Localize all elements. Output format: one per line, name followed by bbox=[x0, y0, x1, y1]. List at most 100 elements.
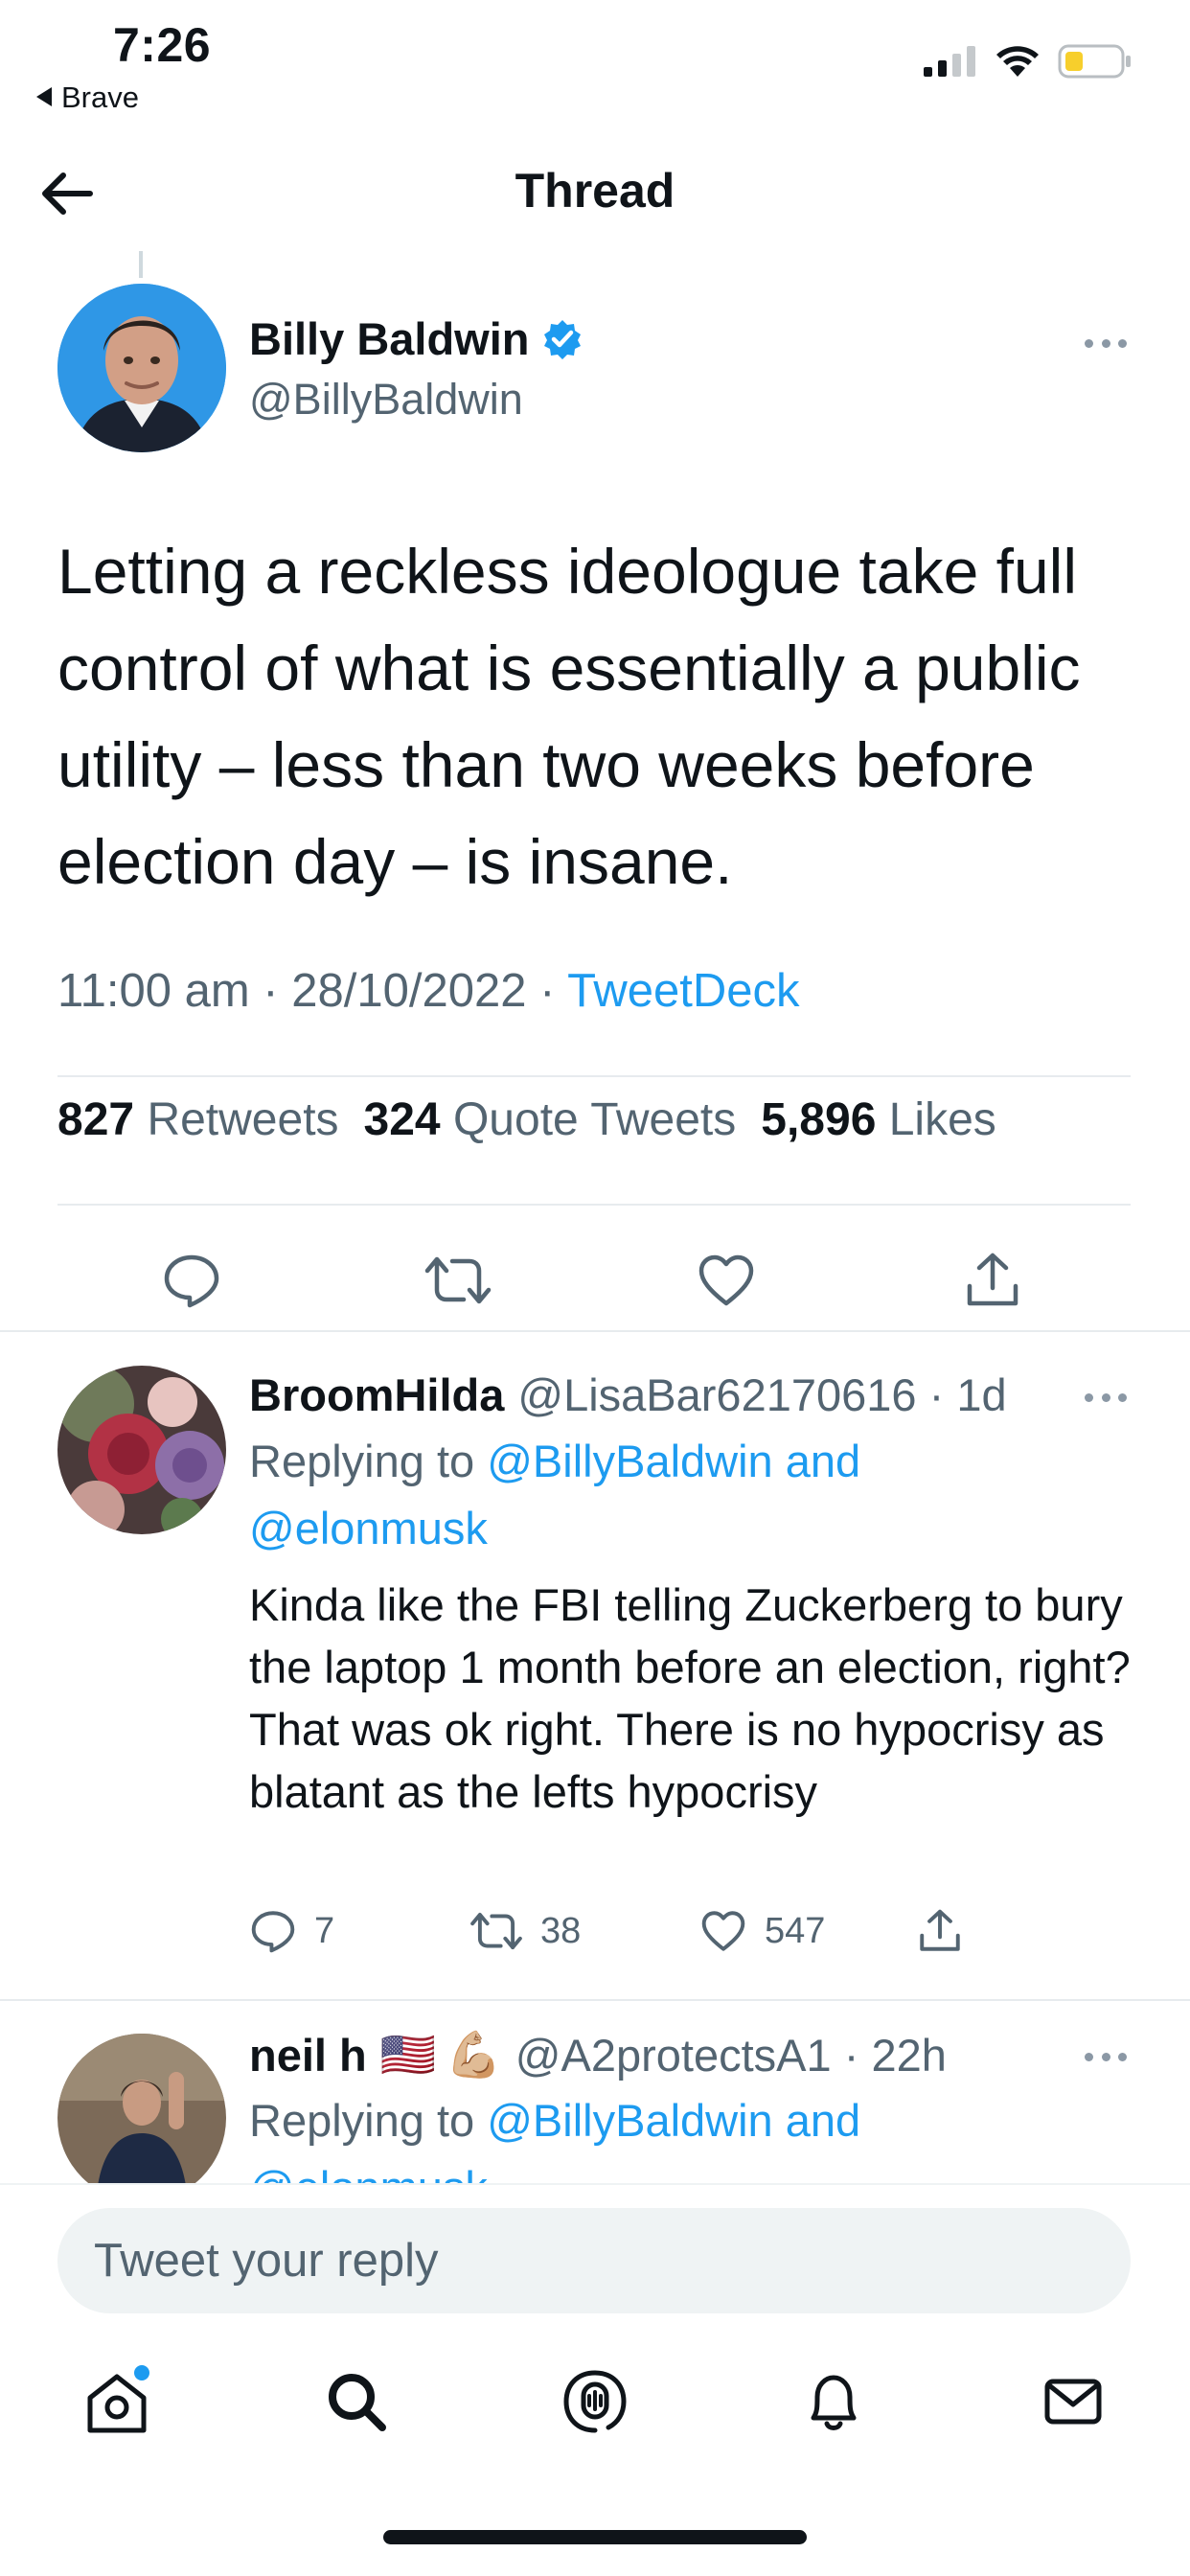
nav-bar: Thread bbox=[0, 134, 1190, 249]
share-button[interactable] bbox=[916, 1907, 964, 1955]
back-to-app-link[interactable]: Brave bbox=[36, 80, 139, 115]
author-handle[interactable]: @BillyBaldwin bbox=[249, 375, 523, 425]
tab-search[interactable] bbox=[318, 2363, 395, 2440]
compose-bar bbox=[0, 2183, 1190, 2336]
more-icon bbox=[1085, 1392, 1093, 1402]
home-icon bbox=[87, 2365, 149, 2433]
page-title: Thread bbox=[515, 164, 675, 218]
back-triangle-icon bbox=[36, 86, 52, 106]
mention-link[interactable]: @elonmusk bbox=[249, 1503, 488, 1553]
avatar-image bbox=[57, 2034, 226, 2183]
like-count: 547 bbox=[765, 1910, 826, 1951]
retweet-button[interactable] bbox=[420, 1242, 496, 1319]
tab-messages[interactable] bbox=[1035, 2363, 1111, 2440]
reply-author-name[interactable]: neil h bbox=[249, 2029, 367, 2082]
divider bbox=[57, 1075, 1131, 1077]
battery-icon bbox=[1058, 44, 1131, 79]
messages-icon bbox=[1044, 2379, 1102, 2425]
reply-time: 22h bbox=[871, 2029, 947, 2081]
thread-connector-line bbox=[139, 251, 143, 278]
emoji: 💪🏼 bbox=[446, 2029, 502, 2080]
reply-time: 1d bbox=[956, 1369, 1007, 1420]
tab-home[interactable] bbox=[79, 2363, 155, 2440]
replying-label: Replying to bbox=[249, 2095, 475, 2146]
reply-tweet[interactable]: neil h 🇺🇸 💪🏼 @A2protectsA1 · 22h Replyin… bbox=[0, 2022, 1190, 2183]
more-icon bbox=[1085, 2052, 1093, 2061]
avatar-image bbox=[57, 284, 226, 452]
reply-input[interactable] bbox=[57, 2208, 1131, 2313]
likes-count: 5,896 bbox=[761, 1094, 877, 1145]
replying-label: Replying to bbox=[249, 1436, 475, 1486]
share-icon bbox=[967, 1253, 1018, 1306]
divider bbox=[57, 1204, 1131, 1206]
tweet-text: Letting a reckless ideologue take full c… bbox=[57, 536, 1081, 897]
reply-icon bbox=[251, 1911, 295, 1953]
tab-spaces[interactable] bbox=[557, 2363, 633, 2440]
mention-link[interactable]: @BillyBaldwin and bbox=[487, 1436, 860, 1486]
retweets-count: 827 bbox=[57, 1094, 135, 1145]
reply-header: BroomHilda @LisaBar62170616 · 1d bbox=[249, 1368, 1007, 1421]
home-indicator[interactable] bbox=[383, 2530, 807, 2544]
reply-author-handle[interactable]: @A2protectsA1 bbox=[515, 2029, 832, 2082]
like-icon bbox=[698, 1254, 754, 1306]
author-name: Billy Baldwin bbox=[249, 313, 530, 364]
reply-count: 7 bbox=[314, 1910, 335, 1951]
avatar-image bbox=[57, 1366, 226, 1534]
reply-actions: 7 38 547 bbox=[249, 1907, 964, 1955]
cellular-signal-icon bbox=[924, 46, 975, 77]
retweet-icon bbox=[470, 1912, 522, 1950]
status-time: 7:26 bbox=[113, 18, 212, 72]
more-options-button[interactable] bbox=[1085, 2049, 1127, 2064]
likes-stat[interactable]: 5,896 Likes bbox=[761, 1094, 996, 1145]
verified-badge-icon bbox=[543, 319, 581, 359]
divider bbox=[0, 1330, 1190, 1332]
divider bbox=[0, 1999, 1190, 2001]
share-button[interactable] bbox=[954, 1242, 1031, 1319]
tweet-date: 28/10/2022 bbox=[291, 965, 527, 1017]
mention-link[interactable]: @elonmusk bbox=[249, 2162, 488, 2183]
reply-icon bbox=[164, 1254, 219, 1308]
avatar[interactable] bbox=[57, 2034, 226, 2183]
reply-author-handle[interactable]: @LisaBar62170616 bbox=[517, 1368, 916, 1421]
quotes-stat[interactable]: 324 Quote Tweets bbox=[364, 1094, 737, 1145]
retweet-button[interactable]: 38 bbox=[469, 1907, 699, 1955]
search-icon bbox=[329, 2374, 386, 2431]
more-options-button[interactable] bbox=[1085, 335, 1127, 351]
tweet-time: 11:00 am bbox=[57, 965, 250, 1017]
retweet-icon bbox=[424, 1256, 492, 1304]
like-button[interactable] bbox=[688, 1242, 765, 1319]
retweet-count: 38 bbox=[540, 1910, 582, 1951]
back-app-label: Brave bbox=[61, 80, 139, 114]
tweet-actions bbox=[0, 1242, 1190, 1357]
avatar[interactable] bbox=[57, 1366, 226, 1534]
reply-header: neil h 🇺🇸 💪🏼 @A2protectsA1 · 22h bbox=[249, 2029, 947, 2082]
more-options-button[interactable] bbox=[1085, 1390, 1127, 1405]
retweets-stat[interactable]: 827 Retweets bbox=[57, 1094, 339, 1145]
author-name-row[interactable]: Billy Baldwin bbox=[249, 312, 584, 365]
notifications-icon bbox=[811, 2375, 857, 2430]
like-icon bbox=[701, 1911, 745, 1951]
avatar[interactable] bbox=[57, 284, 226, 452]
mention-link[interactable]: @BillyBaldwin and bbox=[487, 2095, 860, 2146]
quotes-label: Quote Tweets bbox=[452, 1094, 737, 1145]
quotes-count: 324 bbox=[363, 1094, 441, 1145]
status-bar: 7:26 Brave bbox=[0, 0, 1190, 134]
likes-label: Likes bbox=[888, 1094, 996, 1145]
tweet-meta: 11:00 am · 28/10/2022 · TweetDeck bbox=[57, 965, 800, 1017]
wifi-icon bbox=[996, 46, 1039, 77]
reply-text: Kinda like the FBI telling Zuckerberg to… bbox=[249, 1579, 1131, 1817]
reply-button[interactable] bbox=[153, 1242, 230, 1319]
replying-to: Replying to @BillyBaldwin and @elonmusk bbox=[249, 1428, 1111, 1562]
tab-bar bbox=[0, 2336, 1190, 2480]
spaces-icon bbox=[563, 2370, 627, 2433]
reply-button[interactable]: 7 bbox=[249, 1907, 469, 1955]
tweet-source-link[interactable]: TweetDeck bbox=[567, 965, 799, 1017]
status-icons bbox=[924, 42, 1133, 80]
replying-to: Replying to @BillyBaldwin and @elonmusk bbox=[249, 2087, 1111, 2183]
tweet-stats: 827 Retweets 324 Quote Tweets 5,896 Likes bbox=[57, 1093, 996, 1146]
flag-emoji: 🇺🇸 bbox=[379, 2029, 437, 2080]
retweets-label: Retweets bbox=[147, 1094, 339, 1145]
reply-author-name[interactable]: BroomHilda bbox=[249, 1368, 504, 1421]
tab-notifications[interactable] bbox=[795, 2363, 872, 2440]
like-button[interactable]: 547 bbox=[699, 1907, 916, 1955]
